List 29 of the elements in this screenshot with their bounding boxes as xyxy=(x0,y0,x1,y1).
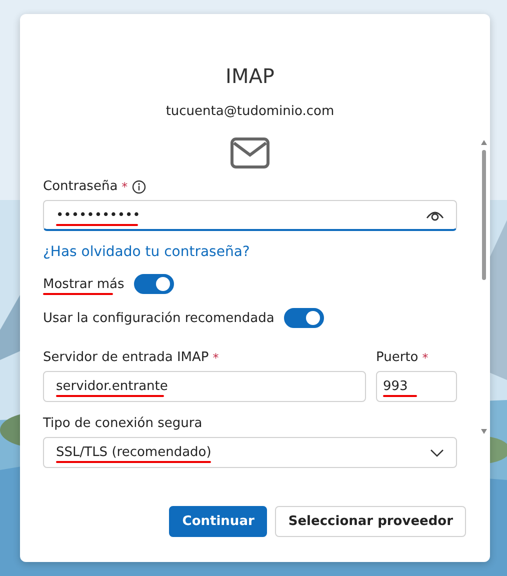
info-icon xyxy=(132,180,146,194)
eye-icon[interactable] xyxy=(426,209,444,221)
port-value: 993 xyxy=(383,379,408,394)
account-email: tucuenta@tudominio.com xyxy=(164,104,336,119)
password-label: Contraseña xyxy=(43,179,118,194)
connection-value: SSL/TLS (recomendado) xyxy=(56,445,212,460)
secondary-button[interactable]: Seleccionar proveedor xyxy=(275,506,466,537)
continue-button[interactable]: Continuar xyxy=(169,506,268,537)
forgot-password-link[interactable]: ¿Has olvidado tu contraseña? xyxy=(43,244,457,260)
scrollbar[interactable] xyxy=(480,140,488,434)
server-label: Servidor de entrada IMAP xyxy=(43,350,209,365)
required-mark: * xyxy=(422,350,428,364)
toggle-switch[interactable] xyxy=(284,308,324,328)
envelope-icon xyxy=(230,137,270,169)
password-field[interactable]: ••••••••••• xyxy=(43,200,457,231)
toggle-switch[interactable] xyxy=(134,274,174,294)
server-input[interactable]: servidor.entrante xyxy=(43,371,366,402)
port-label: Puerto xyxy=(376,350,418,365)
toggle-label: Mostrar más xyxy=(43,276,124,292)
connection-label: Tipo de conexión segura xyxy=(43,416,202,431)
required-mark: * xyxy=(122,180,128,194)
toggle-label: Usar la configuración recomendada xyxy=(43,310,274,326)
password-value: ••••••••••• xyxy=(56,208,140,222)
port-input[interactable]: 993 xyxy=(376,371,457,402)
server-value: servidor.entrante xyxy=(56,379,168,394)
required-mark: * xyxy=(212,350,219,364)
chevron-down-icon xyxy=(430,448,444,456)
dialog-title: IMAP xyxy=(224,64,276,88)
connection-select[interactable]: SSL/TLS (recomendado) xyxy=(43,437,457,468)
